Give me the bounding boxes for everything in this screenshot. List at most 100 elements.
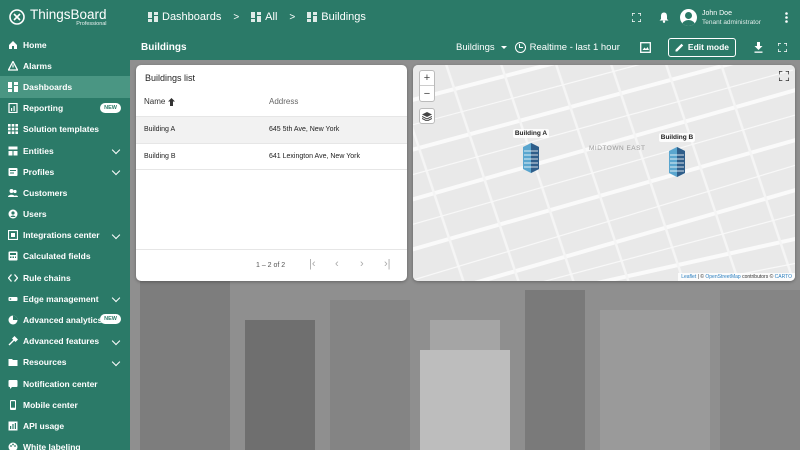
prev-page-icon[interactable]: ‹ <box>335 259 339 270</box>
chevron-down-icon[interactable] <box>111 230 121 239</box>
integration-icon <box>8 230 18 241</box>
breadcrumb-label: Dashboards <box>162 11 222 23</box>
user-menu-button[interactable] <box>776 4 796 30</box>
chevron-down-icon[interactable] <box>111 336 121 345</box>
widget-fullscreen-icon[interactable] <box>779 71 789 81</box>
sidebar-nav: Home Alarms Dashboards Reporting NEW Solution… <box>0 34 130 450</box>
column-header-name[interactable]: Name <box>144 97 176 106</box>
download-button[interactable] <box>746 34 770 60</box>
notification-icon <box>8 379 18 389</box>
breadcrumb-all[interactable]: All <box>251 11 277 23</box>
page-range: 1 – 2 of 2 <box>256 262 286 269</box>
breadcrumb: Dashboards > All > Buildings <box>148 11 366 23</box>
fullscreen-icon <box>631 12 641 22</box>
table-row[interactable]: Building A 645 5th Ave, New York <box>136 116 407 143</box>
sidebar-item-label: Mobile center <box>23 399 78 410</box>
sidebar-item-reporting[interactable]: Reporting NEW <box>0 98 130 119</box>
user-area: John Doe Tenant administrator <box>624 0 800 34</box>
next-page-icon[interactable]: › <box>360 259 364 270</box>
dashboard-icon <box>251 12 262 22</box>
fullscreen-icon <box>777 42 787 52</box>
last-page-icon[interactable]: ›| <box>384 259 391 270</box>
logo[interactable]: ThingsBoard Professional <box>0 0 130 34</box>
column-header-address[interactable]: Address <box>269 97 298 106</box>
analytics-icon <box>8 315 18 325</box>
notifications-button[interactable] <box>652 4 676 30</box>
sidebar-item-edge-management[interactable]: Edge management <box>0 288 130 309</box>
chevron-down-icon[interactable] <box>111 357 121 367</box>
sidebar-item-label: Rule chains <box>23 272 71 283</box>
dashboard-fullscreen-button[interactable] <box>770 34 794 60</box>
zoom-in-button[interactable]: + <box>420 71 434 86</box>
sidebar-item-users[interactable]: Users <box>0 204 130 225</box>
brand-name: ThingsBoard <box>30 6 107 22</box>
sidebar-item-dashboards[interactable]: Dashboards <box>0 76 130 98</box>
edit-mode-button[interactable]: Edit mode <box>667 37 736 57</box>
sidebar-item-label: Users <box>23 209 47 220</box>
alarm-icon <box>8 60 18 71</box>
breadcrumb-dashboards[interactable]: Dashboards <box>148 11 221 23</box>
pencil-icon <box>675 43 684 51</box>
sidebar-item-api-usage[interactable]: API usage <box>0 415 130 436</box>
sidebar-item-advanced-analytics[interactable]: Advanced analytics NEW <box>0 309 130 330</box>
map-tiles[interactable] <box>413 65 795 281</box>
chevron-down-icon[interactable] <box>111 145 121 155</box>
sidebar-item-label: Alarms <box>23 60 52 71</box>
sidebar-item-customers[interactable]: Customers <box>0 182 130 203</box>
profiles-icon <box>8 167 18 176</box>
sidebar-item-solution-templates[interactable]: Solution templates <box>0 119 130 140</box>
brand-edition: Professional <box>76 20 107 27</box>
chevron-down-icon[interactable] <box>111 166 121 176</box>
cell-name: Building B <box>144 153 176 160</box>
report-icon <box>8 103 18 114</box>
state-select[interactable]: Buildings <box>456 42 507 53</box>
sidebar-item-calculated-fields[interactable]: Calculated fields <box>0 246 130 267</box>
bell-icon <box>659 12 669 23</box>
sidebar-item-white-labeling[interactable]: White labeling <box>0 437 130 450</box>
user-info[interactable]: John Doe Tenant administrator <box>702 9 776 26</box>
dashboard-icon <box>148 12 158 22</box>
table-row[interactable]: Building B 641 Lexington Ave, New York <box>136 143 407 170</box>
more-vert-icon <box>784 11 788 23</box>
breadcrumb-buildings[interactable]: Buildings <box>307 11 366 23</box>
sidebar-item-label: Advanced analytics <box>23 315 103 326</box>
sidebar-item-rule-chains[interactable]: Rule chains <box>0 267 130 288</box>
grid-icon <box>8 124 18 135</box>
chevron-down-icon[interactable] <box>111 294 121 303</box>
zoom-out-button[interactable]: − <box>420 86 434 101</box>
map-marker-building-b[interactable]: Building B <box>647 130 707 177</box>
breadcrumb-separator-icon: > <box>233 11 240 23</box>
download-icon <box>754 41 762 53</box>
map-marker-building-a[interactable]: Building A <box>501 126 561 173</box>
sidebar-item-label: Advanced features <box>23 336 100 347</box>
clock-icon <box>514 41 526 53</box>
mobile-icon <box>10 399 16 410</box>
sidebar-item-home[interactable]: Home <box>0 34 130 55</box>
cell-name: Building A <box>144 126 176 133</box>
sidebar-item-entities[interactable]: Entities <box>0 140 130 161</box>
sidebar-item-profiles[interactable]: Profiles <box>0 161 130 182</box>
sidebar-item-notification-center[interactable]: Notification center <box>0 373 130 394</box>
fullscreen-button[interactable] <box>624 4 648 30</box>
sidebar-item-mobile-center[interactable]: Mobile center <box>0 394 130 415</box>
tools-icon <box>8 336 18 346</box>
sidebar-item-alarms[interactable]: Alarms <box>0 55 130 76</box>
leaflet-link[interactable]: Leaflet <box>681 274 696 280</box>
sidebar-item-label: Calculated fields <box>23 251 91 262</box>
avatar[interactable] <box>680 8 697 26</box>
layers-button[interactable] <box>419 108 435 124</box>
map-widget[interactable]: MIDTOWN EAST + − Building A Building B L… <box>413 65 795 281</box>
carto-link[interactable]: CARTO <box>775 274 792 280</box>
osm-link[interactable]: OpenStreetMap <box>705 274 740 280</box>
sort-arrow-up-icon <box>168 97 176 106</box>
sidebar-item-integrations-center[interactable]: Integrations center <box>0 225 130 246</box>
first-page-icon[interactable]: |‹ <box>309 259 316 270</box>
sidebar-item-label: Profiles <box>23 166 55 177</box>
timewindow-button[interactable]: Realtime - last 1 hour <box>514 41 620 53</box>
image-button[interactable] <box>634 34 658 60</box>
sidebar-item-label: API usage <box>23 420 65 431</box>
sidebar-item-resources[interactable]: Resources <box>0 352 130 373</box>
home-icon <box>9 40 17 49</box>
sidebar-item-advanced-features[interactable]: Advanced features <box>0 331 130 352</box>
edge-icon <box>8 296 18 301</box>
